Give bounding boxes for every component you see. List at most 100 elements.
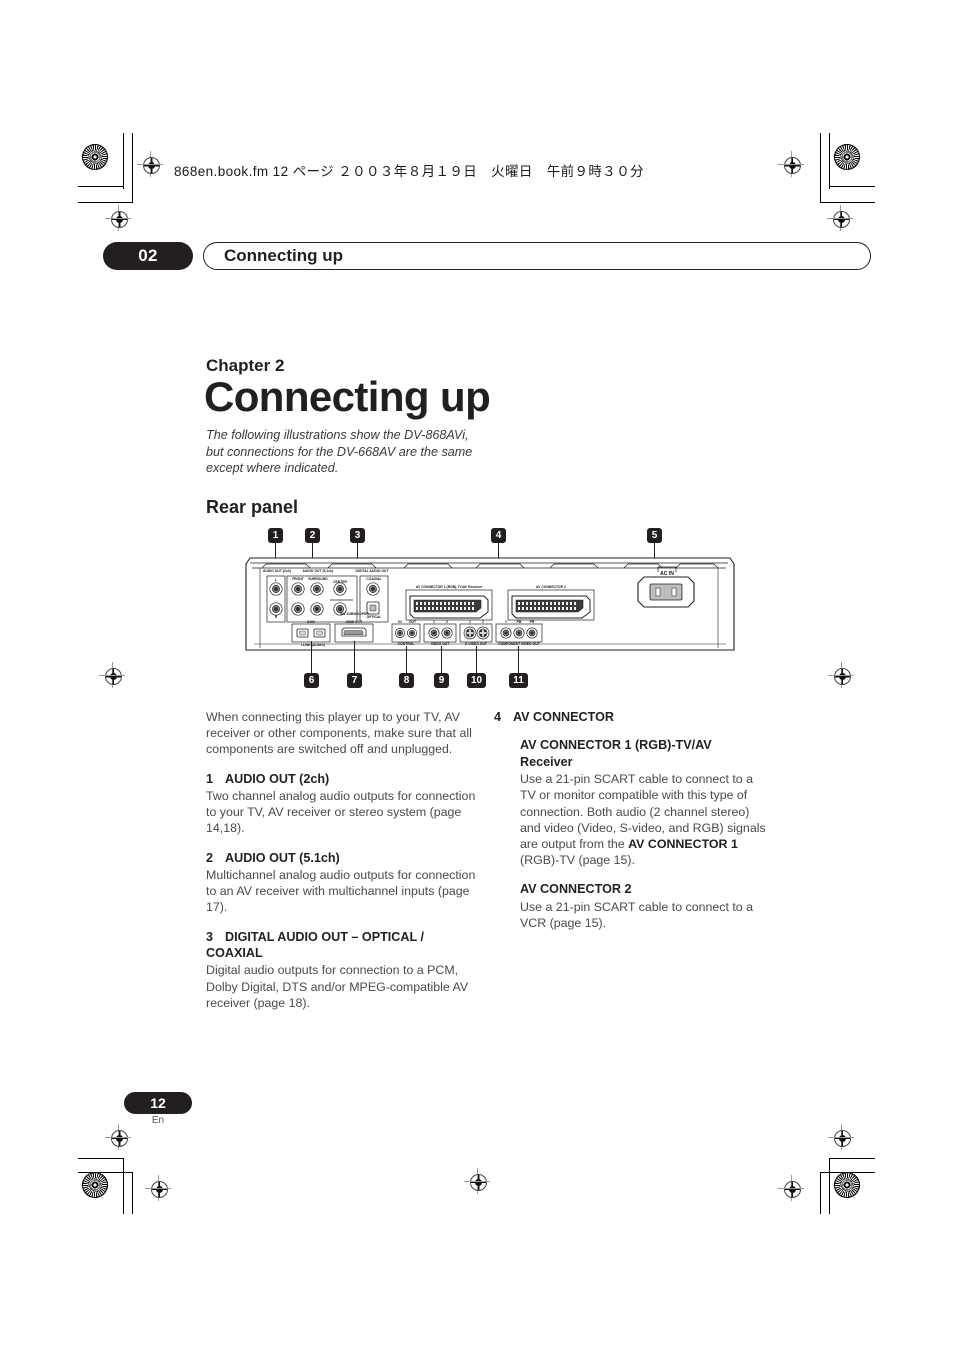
leader-line-6	[311, 641, 312, 673]
panel-label-audio-left: L	[274, 578, 278, 582]
registration-cross-left-middle	[99, 662, 125, 688]
panel-label-comp-pr: PR	[529, 620, 535, 624]
registration-cross-right-middle	[828, 662, 854, 688]
item-number-2: 2	[206, 850, 214, 865]
item-text-3: Digital audio outputs for connection to …	[206, 963, 469, 1010]
callout-9: 9	[434, 673, 449, 688]
registration-target-top-right	[834, 144, 860, 170]
item-number-1: 1	[206, 771, 214, 786]
subsection-heading-av1: AV CONNECTOR 1 (RGB)-TV/AV Receiver	[520, 738, 712, 769]
crop-mark-tr-v1	[820, 133, 821, 203]
crop-mark-tr-h2	[820, 202, 875, 203]
leader-line-7	[354, 641, 355, 673]
item-title-1: AUDIO OUT (2ch)	[225, 771, 330, 786]
running-head-chapter-name: Connecting up	[203, 242, 871, 270]
panel-label-sw-subwoofer: SW SUBWOOFER	[340, 612, 369, 616]
registration-cross-right-upper	[827, 205, 853, 231]
subsection-text-av1: Use a 21-pin SCART cable to connect to a…	[520, 771, 766, 868]
panel-label-video-2: 2	[446, 620, 448, 624]
item-title-2: AUDIO OUT (5.1ch)	[225, 850, 340, 865]
item-number-4: 4	[494, 710, 502, 724]
subsection-av-connector-1: AV CONNECTOR 1 (RGB)-TV/AV Receiver Use …	[520, 737, 766, 931]
registration-cross-bottom-left	[145, 1175, 171, 1201]
crop-mark-bl-h1	[78, 1158, 124, 1159]
item-heading-4: 4 AV CONNECTOR	[494, 709, 766, 725]
crop-mark-bl-v1	[123, 1158, 124, 1214]
panel-label-hdmi-out: HDMI OUT	[345, 620, 363, 624]
subsection-heading-av2: AV CONNECTOR 2	[520, 882, 632, 897]
section-title-rear-panel: Rear panel	[206, 497, 299, 517]
callout-10: 10	[467, 673, 486, 688]
registration-cross-top-right	[778, 151, 804, 177]
leader-line-9	[441, 646, 442, 673]
panel-label-s-video-2: 2	[482, 620, 484, 624]
registration-cross-bottom-right	[778, 1175, 804, 1201]
panel-label-control-in: IN	[398, 620, 402, 624]
panel-label-av-connector-1: AV CONNECTOR 1 (RGB)-TV/AV Receiver	[415, 585, 483, 589]
panel-label-audio-out-2ch: AUDIO OUT (2ch)	[262, 569, 292, 573]
crop-mark-bl-v2	[132, 1172, 133, 1214]
registration-cross-left-lower	[105, 1124, 131, 1150]
panel-label-video-1: 1	[433, 620, 435, 624]
item-title-3: DIGITAL AUDIO OUT – OPTICAL / COAXIAL	[206, 929, 424, 961]
panel-label-coaxial: COAXIAL	[366, 577, 382, 581]
callout-6: 6	[304, 673, 319, 688]
leader-line-10	[476, 646, 477, 673]
crop-mark-br-h1	[829, 1158, 875, 1159]
registration-target-bottom-right	[834, 1172, 860, 1198]
callout-11: 11	[509, 673, 528, 688]
panel-label-s-video-1: 1	[469, 620, 471, 624]
body-column-left: When connecting this player up to your T…	[206, 709, 478, 1024]
registration-target-bottom-left	[82, 1172, 108, 1198]
crop-mark-br-v2	[820, 1172, 821, 1214]
crop-mark-tr-v2	[829, 133, 830, 189]
subsection-text-av2: Use a 21-pin SCART cable to connect to a…	[520, 899, 754, 931]
item-text-1: Two channel analog audio outputs for con…	[206, 789, 476, 836]
source-file-header: 868en.book.fm 12 ページ ２００３年８月１９日 火曜日 午前９時…	[174, 164, 645, 179]
chapter-intro-text: The following illustrations show the DV-…	[206, 428, 473, 475]
crop-mark-tl-h2	[78, 202, 133, 203]
left-intro-paragraph: When connecting this player up to your T…	[206, 710, 472, 757]
registration-cross-top-left	[137, 151, 163, 177]
running-head-chapter-number: 02	[103, 242, 193, 270]
item-text-2: Multichannel analog audio outputs for co…	[206, 868, 476, 915]
crop-mark-br-v1	[829, 1158, 830, 1214]
subsection-text-av1-part2: (RGB)-TV (page 15).	[520, 853, 635, 868]
panel-label-audio-out-51ch: AUDIO OUT (5.1ch)	[302, 569, 334, 573]
panel-label-control-out: OUT	[408, 620, 417, 624]
registration-cross-bottom-center	[464, 1168, 490, 1194]
item-heading-3: 3 DIGITAL AUDIO OUT – OPTICAL / COAXIAL	[206, 929, 478, 962]
page-title: Connecting up	[204, 373, 491, 420]
item-title-4: AV CONNECTOR	[513, 710, 614, 724]
callout-8: 8	[399, 673, 414, 688]
leader-line-8	[406, 646, 407, 673]
crop-mark-tl-v2	[132, 133, 133, 203]
body-column-right: 4 AV CONNECTOR AV CONNECTOR 1 (RGB)-TV/AV…	[494, 709, 766, 944]
leader-line-11	[518, 646, 519, 673]
panel-label-digital-audio-out: DIGITAL AUDIO OUT	[355, 569, 389, 573]
crop-mark-bl-h2	[78, 1172, 133, 1173]
panel-label-audio-right: R	[274, 615, 278, 619]
item-heading-1: 1 AUDIO OUT (2ch)	[206, 771, 478, 787]
panel-label-ac-in: AC IN	[660, 571, 674, 577]
registration-cross-left-upper	[105, 205, 131, 231]
item-heading-2: 2 AUDIO OUT (5.1ch)	[206, 850, 478, 866]
subsection-text-av1-bold: AV CONNECTOR 1	[628, 837, 738, 852]
item-number-3: 3	[206, 929, 214, 944]
rear-panel-figure: 1 2 3 4 5 AUDIO OUT (2ch) AUDIO OUT (5.1…	[240, 528, 740, 703]
page-number-badge: 12	[124, 1092, 192, 1114]
panel-label-component-video-out: COMPONENT VIDEO OUT	[498, 642, 540, 646]
panel-label-center: CENTER	[333, 580, 347, 584]
panel-label-video-out: VIDEO OUT	[430, 642, 450, 646]
registration-cross-right-lower	[828, 1124, 854, 1150]
panel-label-av-connector-2: AV CONNECTOR 2	[536, 585, 566, 589]
callout-7: 7	[347, 673, 362, 688]
rear-panel-drawing	[245, 557, 735, 651]
crop-mark-tl-v1	[123, 133, 124, 189]
panel-label-comp-y: Y	[504, 620, 508, 624]
crop-mark-tl-h1	[78, 186, 124, 187]
page-language-code: En	[151, 1115, 165, 1126]
registration-target-top-left	[82, 144, 108, 170]
panel-label-s400: S400	[307, 620, 315, 624]
crop-mark-tr-h1	[829, 186, 875, 187]
